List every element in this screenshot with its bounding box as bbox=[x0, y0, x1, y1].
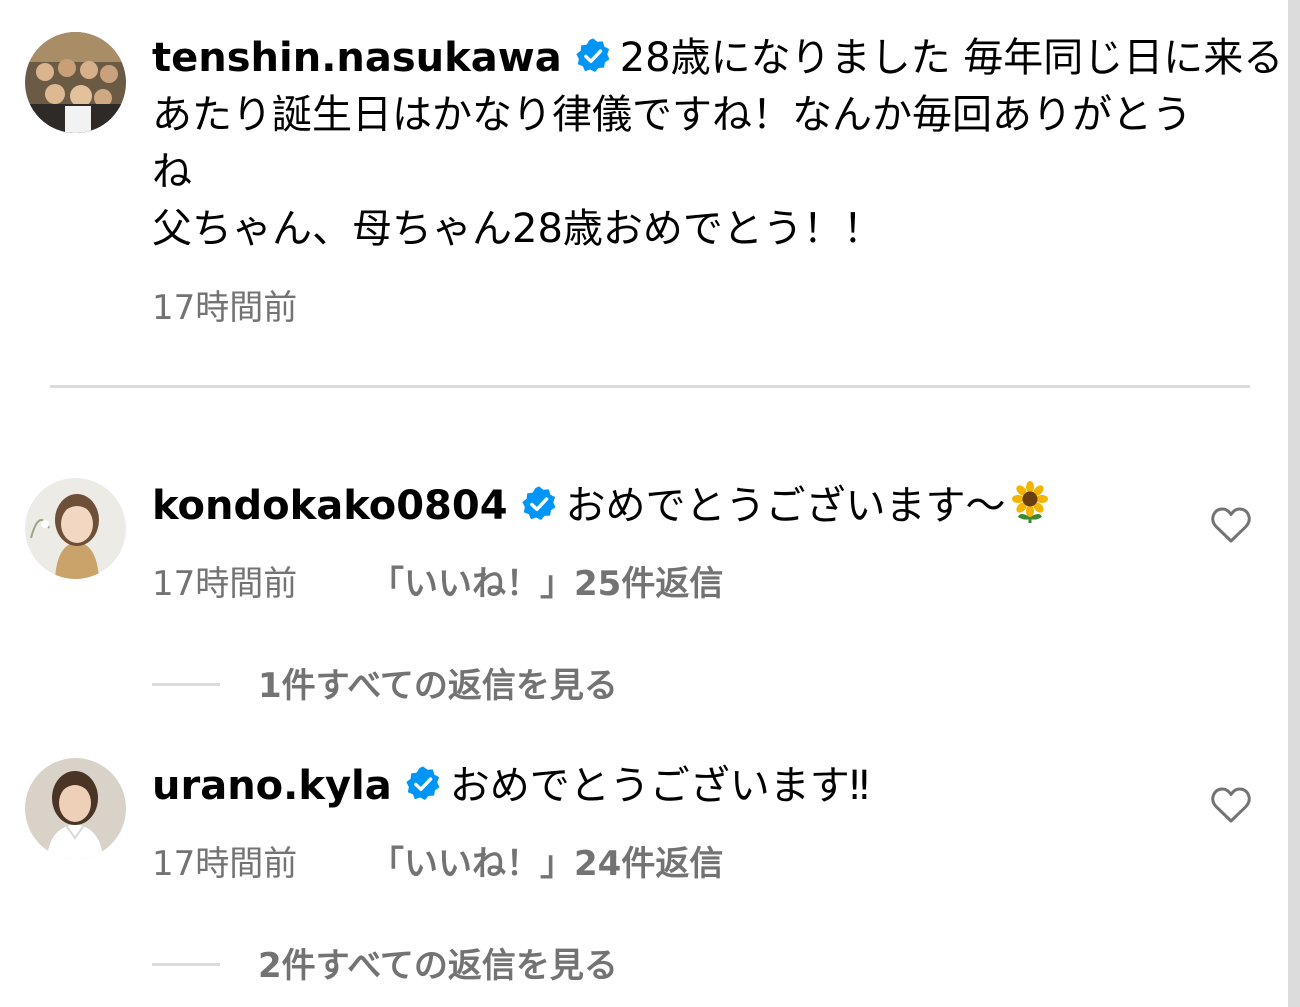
comment-1-meta: 17時間前 「いいね！」25件返信 bbox=[152, 556, 723, 605]
caption-divider bbox=[50, 385, 1250, 388]
comment-1-likes: 「いいね！」25件返信 bbox=[370, 556, 723, 605]
woman-portrait-avatar-image bbox=[25, 478, 126, 579]
replies-dash bbox=[152, 683, 220, 686]
verified-badge-icon bbox=[574, 37, 612, 75]
caption-text-line-3: ね bbox=[152, 149, 192, 195]
comment-2-view-replies[interactable]: 2件すべての返信を見る bbox=[152, 938, 672, 988]
comment-2-text: おめでとうございます‼︎ bbox=[449, 763, 870, 809]
sunflower-emoji-icon bbox=[1008, 481, 1052, 525]
comment-1-username[interactable]: kondokako0804 bbox=[152, 483, 508, 529]
replies-dash bbox=[152, 963, 220, 966]
comment-1-like-count[interactable]: 「いいね！」25件 bbox=[370, 564, 655, 604]
comment-2-view-replies-label[interactable]: 2件すべての返信を見る bbox=[258, 938, 618, 987]
verified-badge-icon bbox=[404, 765, 442, 803]
caption-text-line-4: 父ちゃん、母ちゃん28歳おめでとう！！ bbox=[152, 206, 883, 252]
comment-1-reply-button[interactable]: 返信 bbox=[655, 564, 723, 604]
comment-1-view-replies-label[interactable]: 1件すべての返信を見る bbox=[258, 658, 618, 707]
group-photo-avatar-image bbox=[25, 32, 126, 133]
post-caption: tenshin.nasukawa 28歳になりました 毎年同じ日に来る あたり誕生… bbox=[152, 30, 1292, 258]
woman-portrait-avatar-image bbox=[25, 758, 126, 859]
comment-1-body: kondokako0804 おめでとうございます〜 bbox=[152, 481, 1052, 531]
comments-panel: tenshin.nasukawa 28歳になりました 毎年同じ日に来る あたり誕生… bbox=[0, 0, 1300, 1007]
comment-avatar[interactable] bbox=[25, 758, 126, 859]
caption-text-line-2: あたり誕生日はかなり律儀ですね！なんか毎回ありがとう bbox=[152, 92, 1192, 138]
comment-2-like-count[interactable]: 「いいね！」24件 bbox=[370, 844, 655, 884]
caption-author-avatar[interactable] bbox=[25, 32, 126, 133]
caption-text-line-1: 28歳になりました 毎年同じ日に来る bbox=[619, 35, 1284, 81]
like-heart-icon[interactable] bbox=[1210, 505, 1252, 545]
like-heart-icon[interactable] bbox=[1210, 785, 1252, 825]
caption-timestamp[interactable]: 17時間前 bbox=[152, 280, 297, 329]
comment-2-likes: 「いいね！」24件返信 bbox=[370, 836, 723, 885]
comment-avatar[interactable] bbox=[25, 478, 126, 579]
comment-1-timestamp[interactable]: 17時間前 bbox=[152, 564, 297, 604]
verified-badge-icon bbox=[520, 485, 558, 523]
comment-2-meta: 17時間前 「いいね！」24件返信 bbox=[152, 836, 723, 885]
comment-2-timestamp[interactable]: 17時間前 bbox=[152, 844, 297, 884]
comment-2-username[interactable]: urano.kyla bbox=[152, 763, 392, 809]
caption-line-1: tenshin.nasukawa 28歳になりました 毎年同じ日に来る bbox=[152, 30, 1292, 87]
caption-username[interactable]: tenshin.nasukawa bbox=[152, 35, 562, 81]
comment-2-body: urano.kyla おめでとうございます‼︎ bbox=[152, 761, 869, 811]
scrollbar[interactable] bbox=[1288, 0, 1300, 1007]
comment-2-reply-button[interactable]: 返信 bbox=[655, 844, 723, 884]
comment-1-text: おめでとうございます〜 bbox=[565, 483, 1006, 529]
comment-1-view-replies[interactable]: 1件すべての返信を見る bbox=[152, 658, 672, 708]
